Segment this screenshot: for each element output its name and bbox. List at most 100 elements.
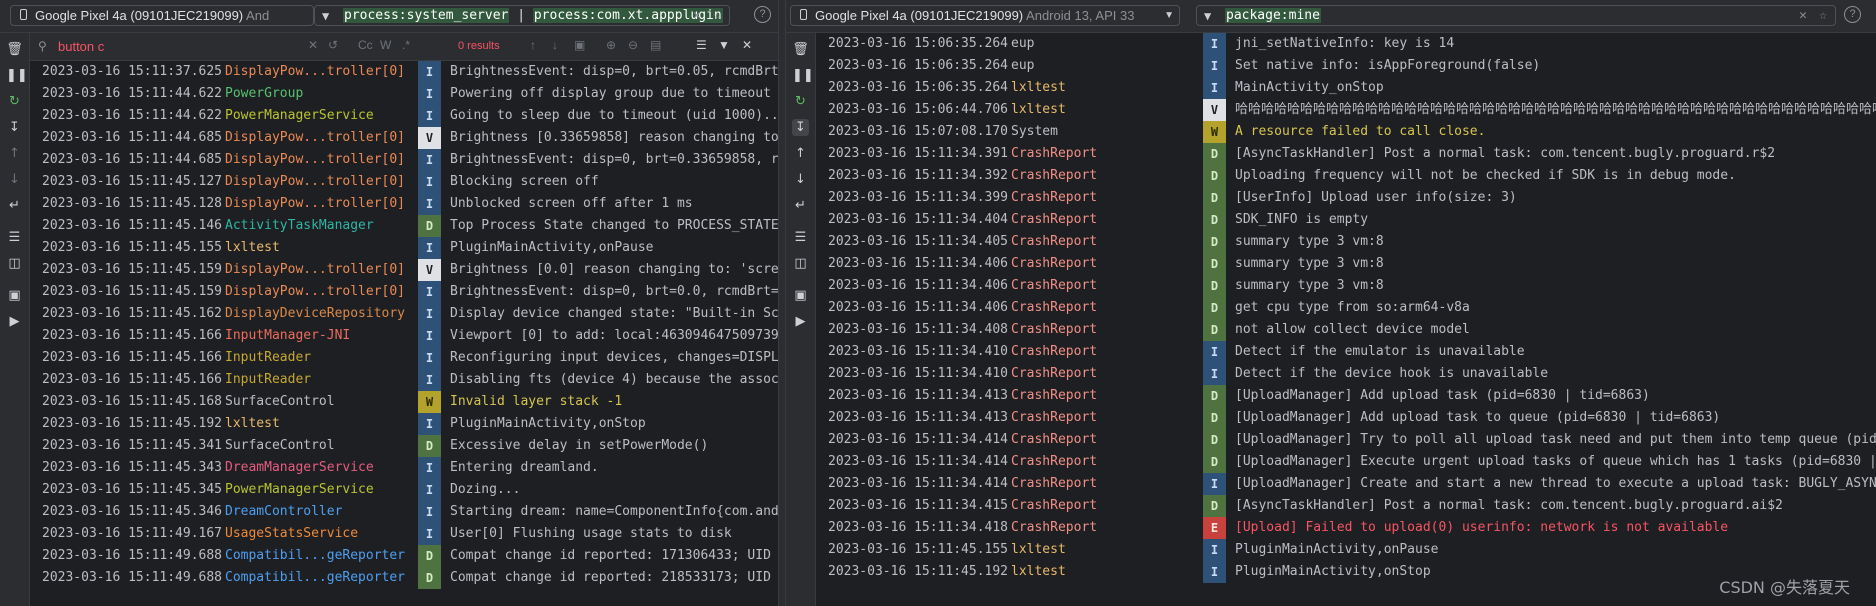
- log-row[interactable]: 2023-03-16 15:11:34.392 CrashReport D Uploa…: [816, 165, 1876, 187]
- log-row[interactable]: 2023-03-16 15:11:34.413 CrashReport D [Uplo…: [816, 385, 1876, 407]
- log-row[interactable]: 2023-03-16 15:11:45.192 lxltest I PluginMai…: [816, 561, 1876, 583]
- close-search-icon[interactable]: ✕: [742, 38, 752, 52]
- log-row[interactable]: 2023-03-16 15:06:44.706 lxltest V 哈哈哈哈哈哈哈哈哈…: [816, 99, 1876, 121]
- log-row[interactable]: 2023-03-16 15:11:45.146 ActivityTaskManag…: [30, 215, 778, 237]
- logcat-filter-right[interactable]: ▼ package:mine ✕ ☆: [1196, 5, 1836, 26]
- select-all-occurrences-icon[interactable]: ▣: [574, 38, 585, 52]
- log-row[interactable]: 2023-03-16 15:11:34.406 CrashReport Dsumma…: [816, 275, 1876, 297]
- log-row[interactable]: 2023-03-16 15:11:49.688 Compatibil...geRe…: [30, 545, 778, 567]
- pause-icon[interactable]: ❚❚: [6, 67, 28, 84]
- clear-search-icon[interactable]: ✕: [308, 38, 318, 52]
- log-row[interactable]: 2023-03-16 15:06:35.264 eup I Set native in…: [816, 55, 1876, 77]
- log-row[interactable]: 2023-03-16 15:11:34.406 CrashReport Dsumma…: [816, 253, 1876, 275]
- log-row[interactable]: 2023-03-16 15:11:45.127 DisplayPow...trol…: [30, 171, 778, 193]
- log-row[interactable]: 2023-03-16 15:11:45.162 DisplayDeviceRepo…: [30, 303, 778, 325]
- screenshot-icon[interactable]: ▣: [792, 287, 809, 304]
- log-row[interactable]: 2023-03-16 15:11:45.341 SurfaceControl D Ex…: [30, 435, 778, 457]
- remove-selection-icon[interactable]: ⊖: [628, 38, 638, 52]
- scroll-to-end-icon[interactable]: ↧: [792, 119, 809, 136]
- log-row[interactable]: 2023-03-16 15:11:45.166 InputReader I Recon…: [30, 347, 778, 369]
- log-row[interactable]: 2023-03-16 15:11:45.168 SurfaceControl W In…: [30, 391, 778, 413]
- whole-words-toggle[interactable]: W: [380, 38, 391, 52]
- log-row[interactable]: 2023-03-16 15:11:49.688 Compatibil...geRe…: [30, 567, 778, 589]
- soft-wrap-icon[interactable]: ↵: [6, 197, 23, 214]
- screen-record-icon[interactable]: ▶: [6, 313, 23, 330]
- log-timestamp: 2023-03-16 15:11:45.341: [42, 438, 223, 453]
- log-row[interactable]: 2023-03-16 15:11:45.159 DisplayPow...trol…: [30, 281, 778, 303]
- previous-occurrence-icon[interactable]: ↑: [6, 145, 23, 162]
- log-row[interactable]: 2023-03-16 15:06:35.264 eup Ijni_setNative…: [816, 33, 1876, 55]
- configure-formatting-icon[interactable]: ☰: [792, 229, 809, 246]
- log-row[interactable]: 2023-03-16 15:11:34.413 CrashReport D [Uplo…: [816, 407, 1876, 429]
- log-row[interactable]: 2023-03-16 15:11:34.399 CrashReport D [User…: [816, 187, 1876, 209]
- log-row[interactable]: 2023-03-16 15:11:45.345 PowerManagerServi…: [30, 479, 778, 501]
- split-panels-icon[interactable]: ◫: [792, 255, 809, 272]
- device-selector-left[interactable]: Google Pixel 4a (09101JEC219099) And: [10, 5, 314, 26]
- pause-icon[interactable]: ❚❚: [792, 67, 814, 84]
- split-panels-icon[interactable]: ◫: [6, 255, 23, 272]
- log-row[interactable]: 2023-03-16 15:11:44.622 PowerManagerServi…: [30, 105, 778, 127]
- log-row[interactable]: 2023-03-16 15:11:34.406 CrashReport Dget c…: [816, 297, 1876, 319]
- clear-logcat-icon[interactable]: 🗑: [792, 41, 809, 58]
- log-row[interactable]: 2023-03-16 15:11:34.414 CrashReport D [Uplo…: [816, 451, 1876, 473]
- search-input[interactable]: [58, 37, 368, 56]
- help-icon[interactable]: ?: [754, 6, 771, 23]
- add-selection-icon[interactable]: ⊕: [606, 38, 616, 52]
- favorite-filter-icon[interactable]: ☆: [1819, 6, 1827, 25]
- log-row[interactable]: 2023-03-16 15:11:34.405 CrashReport Dsumma…: [816, 231, 1876, 253]
- scroll-to-end-icon[interactable]: ↧: [6, 119, 23, 136]
- log-row[interactable]: 2023-03-16 15:11:44.685 DisplayPow...trol…: [30, 127, 778, 149]
- next-occurrence-icon[interactable]: ↓: [792, 171, 809, 188]
- filter-search-results-icon[interactable]: ☰: [696, 38, 707, 52]
- help-icon[interactable]: ?: [1844, 6, 1861, 23]
- log-row[interactable]: 2023-03-16 15:11:37.625 DisplayPow...trol…: [30, 61, 778, 83]
- log-row[interactable]: 2023-03-16 15:11:45.155 lxltest I PluginMai…: [30, 237, 778, 259]
- log-row[interactable]: 2023-03-16 15:11:44.622 PowerGroup I Poweri…: [30, 83, 778, 105]
- clear-logcat-icon[interactable]: 🗑: [6, 41, 23, 58]
- log-row[interactable]: 2023-03-16 15:11:45.192 lxltest I PluginMai…: [30, 413, 778, 435]
- log-row[interactable]: 2023-03-16 15:11:44.685 DisplayPow...trol…: [30, 149, 778, 171]
- log-row[interactable]: 2023-03-16 15:11:34.415 CrashReport D [Asyn…: [816, 495, 1876, 517]
- log-row[interactable]: 2023-03-16 15:11:45.159 DisplayPow...trol…: [30, 259, 778, 281]
- log-row[interactable]: 2023-03-16 15:11:45.346 DreamController I S…: [30, 501, 778, 523]
- search-history-icon[interactable]: ↺: [328, 38, 338, 52]
- log-row[interactable]: 2023-03-16 15:11:45.166 InputManager-JNI I…: [30, 325, 778, 347]
- favorite-filter-icon[interactable]: ☆: [713, 6, 721, 25]
- regex-toggle[interactable]: .*: [402, 38, 410, 52]
- log-row[interactable]: 2023-03-16 15:11:49.167 UsageStatsService…: [30, 523, 778, 545]
- device-selector-right[interactable]: Google Pixel 4a (09101JEC219099) Android…: [790, 5, 1180, 26]
- log-row[interactable]: 2023-03-16 15:11:34.404 CrashReport D SDK_I…: [816, 209, 1876, 231]
- match-case-toggle[interactable]: Cc: [358, 38, 373, 52]
- previous-match-icon[interactable]: ↑: [530, 38, 536, 52]
- soft-wrap-icon[interactable]: ↵: [792, 197, 809, 214]
- log-row[interactable]: 2023-03-16 15:11:45.343 DreamManagerServi…: [30, 457, 778, 479]
- log-row[interactable]: 2023-03-16 15:11:34.410 CrashReport I Detec…: [816, 341, 1876, 363]
- panel-splitter[interactable]: [778, 0, 786, 606]
- clear-filter-icon[interactable]: ✕: [693, 6, 701, 25]
- select-all-icon[interactable]: ▤: [650, 38, 661, 52]
- screenshot-icon[interactable]: ▣: [6, 287, 23, 304]
- logcat-filter-left[interactable]: ▼ process:system_server | process:com.xt…: [314, 5, 730, 26]
- next-match-icon[interactable]: ↓: [552, 38, 558, 52]
- log-row[interactable]: 2023-03-16 15:11:34.414 CrashReport I [Uplo…: [816, 473, 1876, 495]
- configure-formatting-icon[interactable]: ☰: [6, 229, 23, 246]
- restart-icon[interactable]: ↻: [6, 93, 23, 110]
- log-row[interactable]: 2023-03-16 15:11:34.418 CrashReport E [Uplo…: [816, 517, 1876, 539]
- log-row[interactable]: 2023-03-16 15:11:34.410 CrashReport I Detec…: [816, 363, 1876, 385]
- log-row[interactable]: 2023-03-16 15:11:45.128 DisplayPow...trol…: [30, 193, 778, 215]
- log-row[interactable]: 2023-03-16 15:06:35.264 lxltest I MainActiv…: [816, 77, 1876, 99]
- next-occurrence-icon[interactable]: ↓: [6, 171, 23, 188]
- restart-icon[interactable]: ↻: [792, 93, 809, 110]
- log-row[interactable]: 2023-03-16 15:11:45.155 lxltest I PluginMai…: [816, 539, 1876, 561]
- log-message: [UploadManager] Create and start a new t…: [1235, 476, 1876, 491]
- log-row[interactable]: 2023-03-16 15:07:08.170 System W A resource…: [816, 121, 1876, 143]
- log-row[interactable]: 2023-03-16 15:11:34.414 CrashReport D [Uplo…: [816, 429, 1876, 451]
- filter-icon[interactable]: ▼: [718, 38, 730, 52]
- previous-occurrence-icon[interactable]: ↑: [792, 145, 809, 162]
- screen-record-icon[interactable]: ▶: [792, 313, 809, 330]
- log-row[interactable]: 2023-03-16 15:11:34.391 CrashReport D [Asyn…: [816, 143, 1876, 165]
- log-row[interactable]: 2023-03-16 15:11:34.408 CrashReport Dnot a…: [816, 319, 1876, 341]
- clear-filter-icon[interactable]: ✕: [1799, 6, 1807, 25]
- log-level-badge: W: [418, 391, 441, 413]
- log-row[interactable]: 2023-03-16 15:11:45.166 InputReader I Disab…: [30, 369, 778, 391]
